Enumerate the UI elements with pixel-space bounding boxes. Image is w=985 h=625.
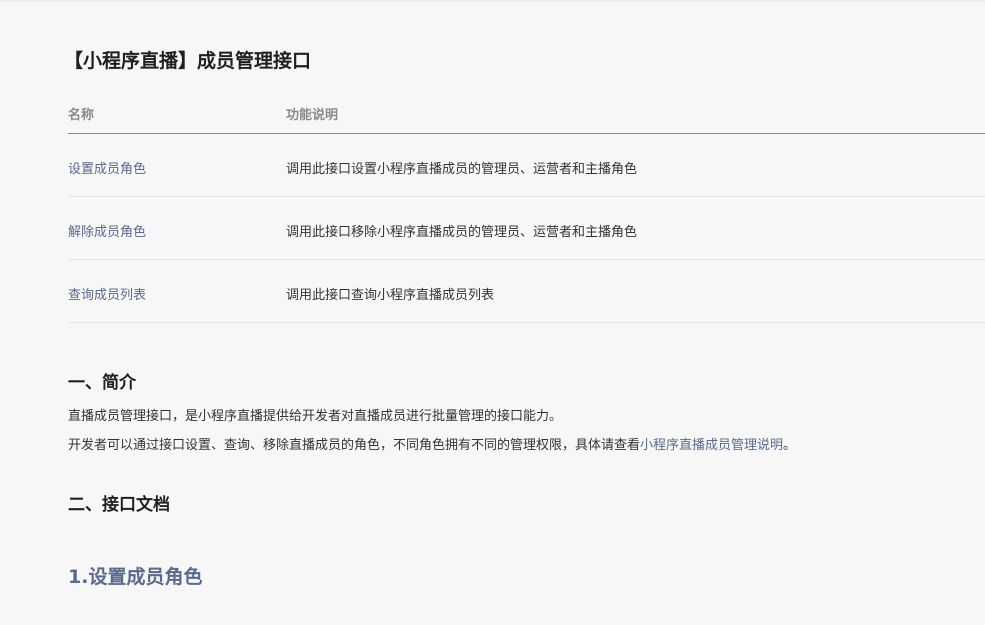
table-row: 查询成员列表 调用此接口查询小程序直播成员列表 [68, 260, 985, 323]
intro-paragraph-2: 开发者可以通过接口设置、查询、移除直播成员的角色，不同角色拥有不同的管理权限，具… [68, 434, 796, 453]
api-link-remove-role[interactable]: 解除成员角色 [68, 221, 146, 240]
member-management-doc-link[interactable]: 小程序直播成员管理说明 [640, 438, 783, 453]
api-table: 名称 功能说明 设置成员角色 调用此接口设置小程序直播成员的管理员、运营者和主播… [68, 90, 985, 323]
section-subheading: 1.设置成员角色 [68, 566, 203, 588]
api-desc: 调用此接口查询小程序直播成员列表 [286, 288, 495, 303]
header-name: 名称 [68, 108, 95, 123]
api-link-list-members[interactable]: 查询成员列表 [68, 284, 146, 303]
intro-text-end: 。 [783, 438, 797, 453]
api-desc: 调用此接口移除小程序直播成员的管理员、运营者和主播角色 [286, 225, 638, 240]
intro-heading: 一、简介 [68, 373, 136, 393]
table-header-row: 名称 功能说明 [68, 90, 985, 134]
table-row: 解除成员角色 调用此接口移除小程序直播成员的管理员、运营者和主播角色 [68, 197, 985, 260]
table-row: 设置成员角色 调用此接口设置小程序直播成员的管理员、运营者和主播角色 [68, 134, 985, 197]
top-divider [0, 0, 985, 2]
docs-heading: 二、接口文档 [68, 495, 170, 515]
header-desc: 功能说明 [286, 108, 339, 123]
api-link-set-role[interactable]: 设置成员角色 [68, 158, 146, 177]
api-desc: 调用此接口设置小程序直播成员的管理员、运营者和主播角色 [286, 162, 638, 177]
page-title: 【小程序直播】成员管理接口 [64, 50, 312, 72]
page: 【小程序直播】成员管理接口 名称 功能说明 设置成员角色 调用此接口设置小程序直… [0, 0, 985, 625]
intro-text: 开发者可以通过接口设置、查询、移除直播成员的角色，不同角色拥有不同的管理权限，具… [68, 438, 641, 453]
intro-paragraph-1: 直播成员管理接口，是小程序直播提供给开发者对直播成员进行批量管理的接口能力。 [68, 409, 563, 424]
